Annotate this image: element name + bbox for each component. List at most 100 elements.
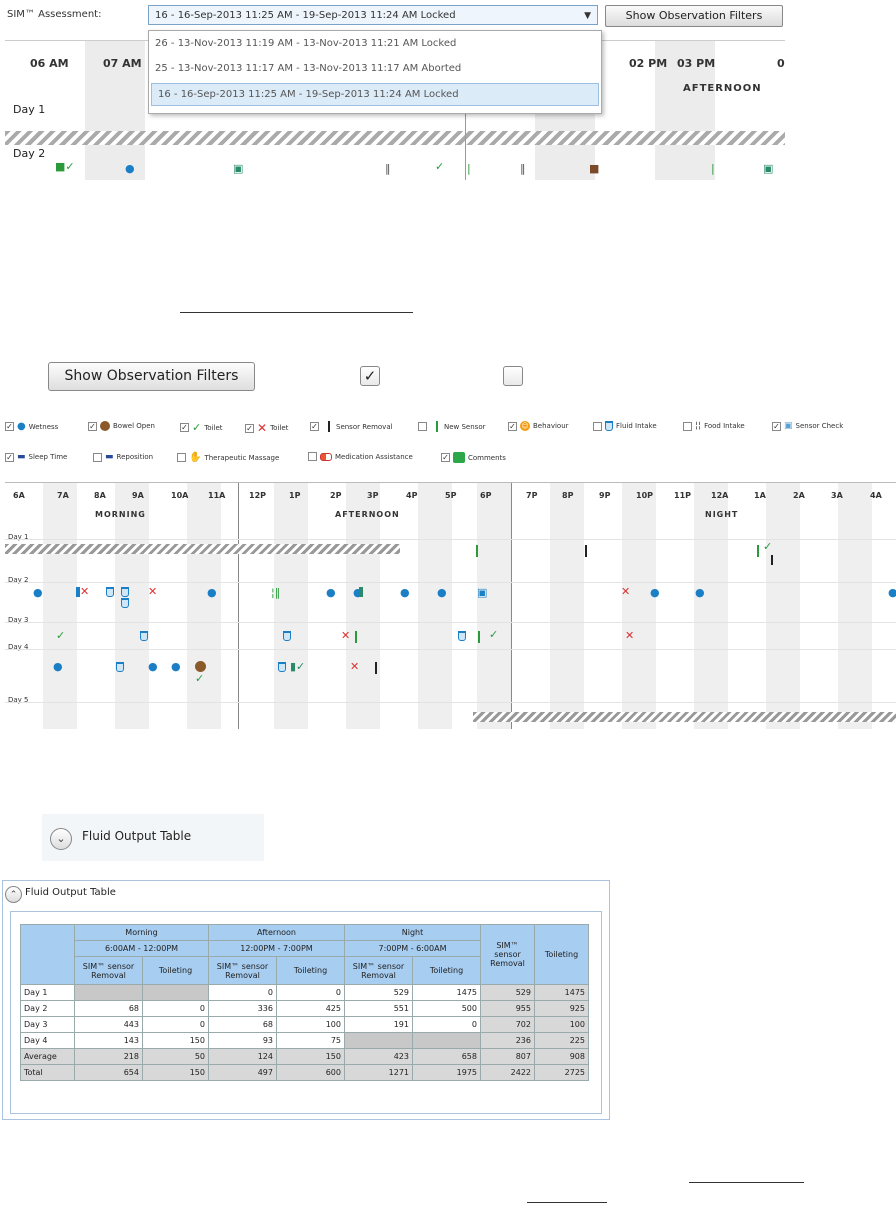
toilet-check-icon[interactable]: ✓ bbox=[489, 629, 498, 641]
show-observation-filters-button-large[interactable]: Show Observation Filters bbox=[48, 362, 255, 391]
fluid-intake-icon[interactable] bbox=[458, 631, 466, 641]
fluid-output-header[interactable]: ⌃ Fluid Output Table bbox=[3, 881, 609, 907]
new-sensor-icon[interactable] bbox=[757, 545, 759, 557]
legend-sensor-check[interactable]: ✓ ▣ Sensor Check bbox=[772, 421, 843, 431]
legend-checkbox[interactable]: ✓ bbox=[88, 421, 97, 431]
toilet-fail-icon[interactable]: ✕ bbox=[341, 630, 350, 642]
collapse-toggle-icon[interactable]: ⌃ bbox=[5, 886, 22, 903]
fluid-intake-icon[interactable] bbox=[278, 662, 286, 672]
new-sensor-icon[interactable] bbox=[476, 545, 478, 557]
toilet-fail-icon[interactable]: ✕ bbox=[621, 586, 630, 598]
wetness-drop-icon[interactable]: ● bbox=[437, 587, 447, 599]
legend-medication-assistance[interactable]: Medication Assistance bbox=[308, 452, 413, 461]
comment-icon[interactable]: ■ bbox=[589, 163, 599, 175]
sensor-removal-icon[interactable] bbox=[375, 662, 377, 674]
show-observation-filters-button[interactable]: Show Observation Filters bbox=[605, 5, 783, 27]
wetness-drop-icon[interactable]: ● bbox=[650, 587, 660, 599]
wetness-drop-icon[interactable]: ● bbox=[400, 587, 410, 599]
toilet-fail-icon[interactable]: ✕ bbox=[148, 586, 157, 598]
legend-checkbox[interactable] bbox=[683, 421, 692, 431]
fluid-intake-icon[interactable] bbox=[121, 587, 129, 597]
wetness-drop-icon[interactable]: ● bbox=[695, 587, 705, 599]
fluid-intake-icon[interactable] bbox=[283, 631, 291, 641]
wetness-drop-icon[interactable]: ● bbox=[33, 587, 43, 599]
wetness-drop-icon[interactable]: ● bbox=[125, 163, 135, 175]
new-sensor-icon[interactable] bbox=[478, 631, 480, 643]
legend-checkbox[interactable] bbox=[93, 452, 102, 462]
sensor-removal-icon[interactable] bbox=[585, 545, 587, 557]
toilet-check-icon[interactable]: ■✓ bbox=[55, 161, 75, 173]
legend-label: Sensor Removal bbox=[336, 422, 393, 431]
sensor-check-icon[interactable] bbox=[76, 587, 80, 597]
toilet-fail-icon[interactable]: ✕ bbox=[625, 630, 634, 642]
legend-checkbox[interactable] bbox=[177, 453, 186, 462]
legend-wetness[interactable]: ✓ ● Wetness bbox=[5, 421, 58, 432]
checkbox-unchecked[interactable] bbox=[503, 366, 523, 386]
legend-new-sensor[interactable]: New Sensor bbox=[418, 421, 486, 432]
legend-toilet-success[interactable]: ✓ ✓ Toilet bbox=[180, 421, 223, 434]
legend-sensor-removal[interactable]: ✓ Sensor Removal bbox=[310, 421, 393, 432]
legend-fluid-intake[interactable]: Fluid Intake bbox=[593, 421, 657, 431]
toilet-check-icon[interactable]: ✓ bbox=[56, 630, 65, 642]
legend-behaviour[interactable]: ✓ ☺ Behaviour bbox=[508, 421, 569, 431]
wetness-drop-icon[interactable]: ● bbox=[171, 661, 181, 673]
legend-checkbox[interactable]: ✓ bbox=[180, 423, 189, 432]
legend-food-intake[interactable]: ¦¦ Food Intake bbox=[683, 421, 745, 431]
food-intake-icon[interactable]: ¦‖ bbox=[271, 587, 280, 599]
sensor-removal-icon[interactable] bbox=[771, 555, 773, 565]
sensor-check-icon[interactable]: ▮✓ bbox=[290, 661, 305, 673]
legend-checkbox[interactable]: ✓ bbox=[508, 421, 517, 431]
toilet-fail-icon[interactable]: ✕ bbox=[80, 586, 89, 598]
sensor-removal-icon[interactable]: ‖ bbox=[385, 163, 391, 175]
dropdown-option[interactable]: 25 - 13-Nov-2013 11:17 AM - 13-Nov-2013 … bbox=[149, 56, 601, 81]
legend-reposition[interactable]: ▬ Reposition bbox=[93, 452, 153, 462]
wetness-drop-icon[interactable]: ● bbox=[53, 661, 63, 673]
sensor-removal-icon[interactable]: ‖ bbox=[520, 163, 526, 175]
sensor-check-icon[interactable] bbox=[359, 587, 363, 597]
legend-checkbox[interactable] bbox=[308, 452, 317, 461]
new-sensor-icon[interactable]: | bbox=[711, 163, 715, 175]
fluid-intake-icon[interactable] bbox=[106, 587, 114, 597]
sensor-check-icon[interactable]: ▣ bbox=[477, 587, 487, 599]
wetness-drop-icon[interactable]: ● bbox=[207, 587, 217, 599]
dropdown-arrow-icon[interactable]: ▼ bbox=[584, 6, 591, 26]
fluid-intake-icon[interactable] bbox=[140, 631, 148, 641]
dropdown-option[interactable]: 26 - 13-Nov-2013 11:19 AM - 13-Nov-2013 … bbox=[149, 31, 601, 56]
bowel-open-icon[interactable] bbox=[195, 661, 206, 672]
sensor-check-icon[interactable]: ▣ bbox=[763, 163, 773, 175]
legend-therapeutic-massage[interactable]: ✋ Therapeutic Massage bbox=[177, 452, 279, 463]
fluid-intake-icon[interactable] bbox=[116, 662, 124, 672]
sensor-check-icon[interactable]: ▣ bbox=[233, 163, 243, 175]
legend-toilet-fail[interactable]: ✓ ✕ Toilet bbox=[245, 421, 288, 435]
hour-label: 6P bbox=[480, 491, 492, 500]
fluid-output-collapsed[interactable]: ⌄ Fluid Output Table bbox=[42, 814, 264, 861]
fluid-intake-icon[interactable] bbox=[121, 598, 129, 608]
legend-checkbox[interactable]: ✓ bbox=[5, 452, 14, 462]
legend-checkbox[interactable]: ✓ bbox=[310, 422, 319, 431]
legend-checkbox[interactable] bbox=[593, 421, 602, 431]
legend-checkbox[interactable]: ✓ bbox=[441, 453, 450, 462]
toilet-check-icon[interactable]: ✓ bbox=[435, 161, 444, 173]
dropdown-option-selected[interactable]: 16 - 16-Sep-2013 11:25 AM - 19-Sep-2013 … bbox=[151, 83, 599, 106]
wetness-drop-icon[interactable]: ● bbox=[148, 661, 158, 673]
legend-comments[interactable]: ✓ Comments bbox=[441, 452, 506, 463]
wetness-drop-icon[interactable]: ● bbox=[326, 587, 336, 599]
legend-bowel-open[interactable]: ✓ Bowel Open bbox=[88, 421, 155, 431]
table-cell: 0 bbox=[208, 984, 277, 1001]
assessment-select[interactable]: 16 - 16-Sep-2013 11:25 AM - 19-Sep-2013 … bbox=[148, 5, 598, 25]
new-sensor-icon[interactable] bbox=[355, 631, 357, 643]
toilet-fail-icon[interactable]: ✕ bbox=[350, 661, 359, 673]
legend-checkbox[interactable]: ✓ bbox=[5, 422, 14, 431]
checkbox-checked[interactable]: ✓ bbox=[360, 366, 380, 386]
toilet-check-icon[interactable]: ✓ bbox=[195, 673, 204, 685]
wetness-drop-icon[interactable]: ● bbox=[888, 587, 896, 599]
toilet-check-icon[interactable]: ✓ bbox=[763, 541, 772, 553]
row-label: Day 2 bbox=[20, 1000, 75, 1017]
table-cell: 68 bbox=[208, 1016, 277, 1033]
legend-checkbox[interactable]: ✓ bbox=[772, 421, 781, 431]
legend-sleep-time[interactable]: ✓ ▬ Sleep Time bbox=[5, 452, 67, 462]
legend-checkbox[interactable] bbox=[418, 422, 427, 431]
expand-toggle-icon[interactable]: ⌄ bbox=[50, 828, 72, 850]
new-sensor-icon[interactable]: | bbox=[467, 163, 471, 175]
legend-checkbox[interactable]: ✓ bbox=[245, 423, 254, 433]
